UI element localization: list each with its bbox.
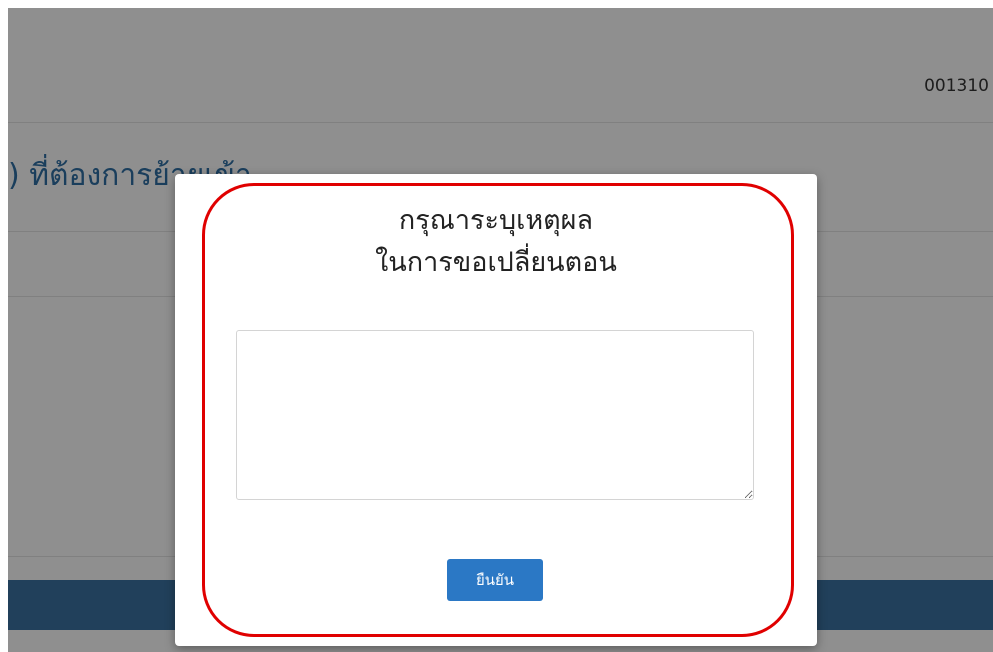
confirm-button[interactable]: ยืนยัน [447,559,543,601]
reason-textarea[interactable] [236,330,754,500]
modal-title: กรุณาระบุเหตุผล ในการขอเปลี่ยนตอน [175,200,817,284]
modal-title-line-1: กรุณาระบุเหตุผล [398,205,594,236]
screen: 001310 ) ที่ต้องการย้ายเข้า กรุณาระบุเหต… [0,0,993,652]
modal-title-line-2: ในการขอเปลี่ยนตอน [375,247,617,278]
reason-modal: กรุณาระบุเหตุผล ในการขอเปลี่ยนตอน ยืนยัน [175,174,817,646]
